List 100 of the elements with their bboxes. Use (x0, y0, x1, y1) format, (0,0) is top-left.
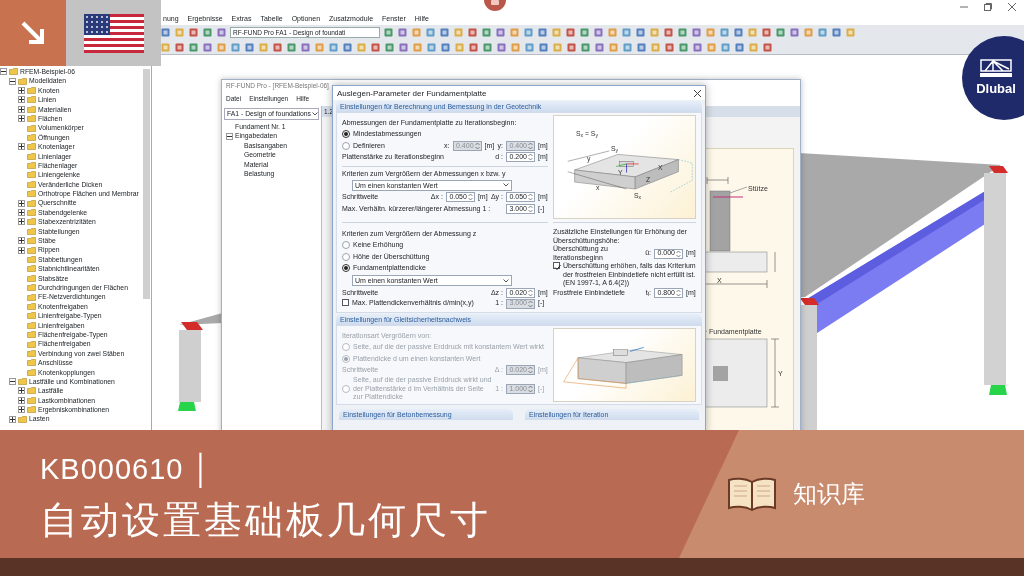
toolbar-icon[interactable] (230, 42, 241, 53)
radio-button[interactable] (342, 252, 350, 261)
spin-arrows-icon[interactable] (528, 193, 533, 202)
radio-button[interactable] (342, 241, 350, 250)
toolbar-icon[interactable] (705, 27, 716, 38)
expand-toggle[interactable] (18, 96, 25, 104)
checkbox[interactable] (342, 298, 349, 306)
toolbar-icon[interactable] (594, 42, 605, 53)
toolbar-icon[interactable] (733, 27, 744, 38)
expand-toggle[interactable] (18, 115, 25, 123)
toolbar-icon[interactable] (440, 42, 451, 53)
toolbar-icon[interactable] (565, 27, 576, 38)
toolbar-icon[interactable] (706, 42, 717, 53)
spin-arrows-icon[interactable] (528, 153, 533, 162)
toolbar-icon[interactable] (524, 42, 535, 53)
spin-arrows-icon[interactable] (528, 204, 533, 213)
toolbar-icon[interactable] (720, 42, 731, 53)
toolbar-icon[interactable] (579, 27, 590, 38)
toolbar-icon[interactable] (272, 42, 283, 53)
radio-button[interactable] (342, 264, 350, 273)
toolbar-icon[interactable] (608, 42, 619, 53)
expand-toggle[interactable] (226, 132, 233, 140)
checkbox[interactable] (553, 262, 560, 269)
toolbar-icon[interactable] (552, 42, 563, 53)
toolbar-icon[interactable] (467, 27, 478, 38)
spin-arrows-icon[interactable] (467, 193, 473, 202)
toolbar-icon[interactable] (678, 42, 689, 53)
radio-button[interactable] (342, 141, 350, 150)
toolbar-icon[interactable] (496, 42, 507, 53)
toolbar-icon[interactable] (510, 42, 521, 53)
toolbar-icon[interactable] (425, 27, 436, 38)
expand-toggle[interactable] (9, 77, 16, 85)
expand-toggle[interactable] (18, 143, 25, 151)
toolbar-icon[interactable] (188, 42, 199, 53)
toolbar-icon[interactable] (495, 27, 506, 38)
toolbar-icon[interactable] (523, 27, 534, 38)
toolbar-icon[interactable] (719, 27, 730, 38)
toolbar-icon[interactable] (453, 27, 464, 38)
expand-toggle[interactable] (18, 246, 25, 254)
toolbar-icon[interactable] (509, 27, 520, 38)
toolbar-icon[interactable] (397, 27, 408, 38)
toolbar-icon[interactable] (747, 27, 758, 38)
expand-toggle[interactable] (18, 199, 25, 207)
toolbar-icon[interactable] (216, 42, 227, 53)
toolbar-icon[interactable] (202, 27, 213, 38)
toolbar-icon[interactable] (188, 27, 199, 38)
toolbar-icon[interactable] (607, 27, 618, 38)
expand-toggle[interactable] (9, 378, 16, 386)
toolbar-icon[interactable] (538, 42, 549, 53)
toolbar-icon[interactable] (566, 42, 577, 53)
spin-arrows-icon[interactable] (676, 289, 681, 298)
toolbar-icon[interactable] (286, 42, 297, 53)
toolbar-icon[interactable] (734, 42, 745, 53)
toolbar-icon[interactable] (342, 42, 353, 53)
toolbar-icon[interactable] (454, 42, 465, 53)
toolbar-icon[interactable] (216, 27, 227, 38)
toolbar-icon[interactable] (314, 42, 325, 53)
toolbar-icon[interactable] (650, 42, 661, 53)
spin-arrows-icon[interactable] (528, 288, 533, 297)
toolbar-icon[interactable] (845, 27, 856, 38)
toolbar-icon[interactable] (663, 27, 674, 38)
expand-toggle[interactable] (18, 209, 25, 217)
toolbar-icon[interactable] (412, 42, 423, 53)
expand-toggle[interactable] (0, 68, 7, 76)
toolbar-icon[interactable] (803, 27, 814, 38)
toolbar-icon[interactable] (383, 27, 394, 38)
toolbar-icon[interactable] (244, 42, 255, 53)
expand-toggle[interactable] (9, 415, 16, 423)
toolbar-icon[interactable] (481, 27, 492, 38)
expand-toggle[interactable] (18, 387, 25, 395)
expand-toggle[interactable] (18, 406, 25, 414)
toolbar-icon[interactable] (482, 42, 493, 53)
toolbar-icon[interactable] (580, 42, 591, 53)
toolbar-icon[interactable] (622, 42, 633, 53)
toolbar-icon[interactable] (817, 27, 828, 38)
expand-toggle[interactable] (18, 396, 25, 404)
toolbar-icon[interactable] (762, 42, 773, 53)
toolbar-icon[interactable] (426, 42, 437, 53)
toolbar-icon[interactable] (831, 27, 842, 38)
toolbar-icon[interactable] (748, 42, 759, 53)
toolbar-icon[interactable] (258, 42, 269, 53)
toolbar-icon[interactable] (621, 27, 632, 38)
toolbar-icon[interactable] (398, 42, 409, 53)
radio-button[interactable] (342, 130, 350, 139)
toolbar-icon[interactable] (636, 42, 647, 53)
restore-icon[interactable] (984, 2, 992, 11)
toolbar-icon[interactable] (370, 42, 381, 53)
toolbar-icon[interactable] (692, 42, 703, 53)
toolbar-icon[interactable] (635, 27, 646, 38)
toolbar-icon[interactable] (384, 42, 395, 53)
toolbar-icon[interactable] (411, 27, 422, 38)
toolbar-icon[interactable] (593, 27, 604, 38)
toolbar-icon[interactable] (664, 42, 675, 53)
toolbar-icon[interactable] (677, 27, 688, 38)
toolbar-icon[interactable] (537, 27, 548, 38)
close-icon[interactable] (694, 89, 701, 97)
expand-toggle[interactable] (18, 218, 25, 226)
scrollbar[interactable] (143, 69, 150, 299)
toolbar-icon[interactable] (202, 42, 213, 53)
expand-toggle[interactable] (18, 86, 25, 94)
